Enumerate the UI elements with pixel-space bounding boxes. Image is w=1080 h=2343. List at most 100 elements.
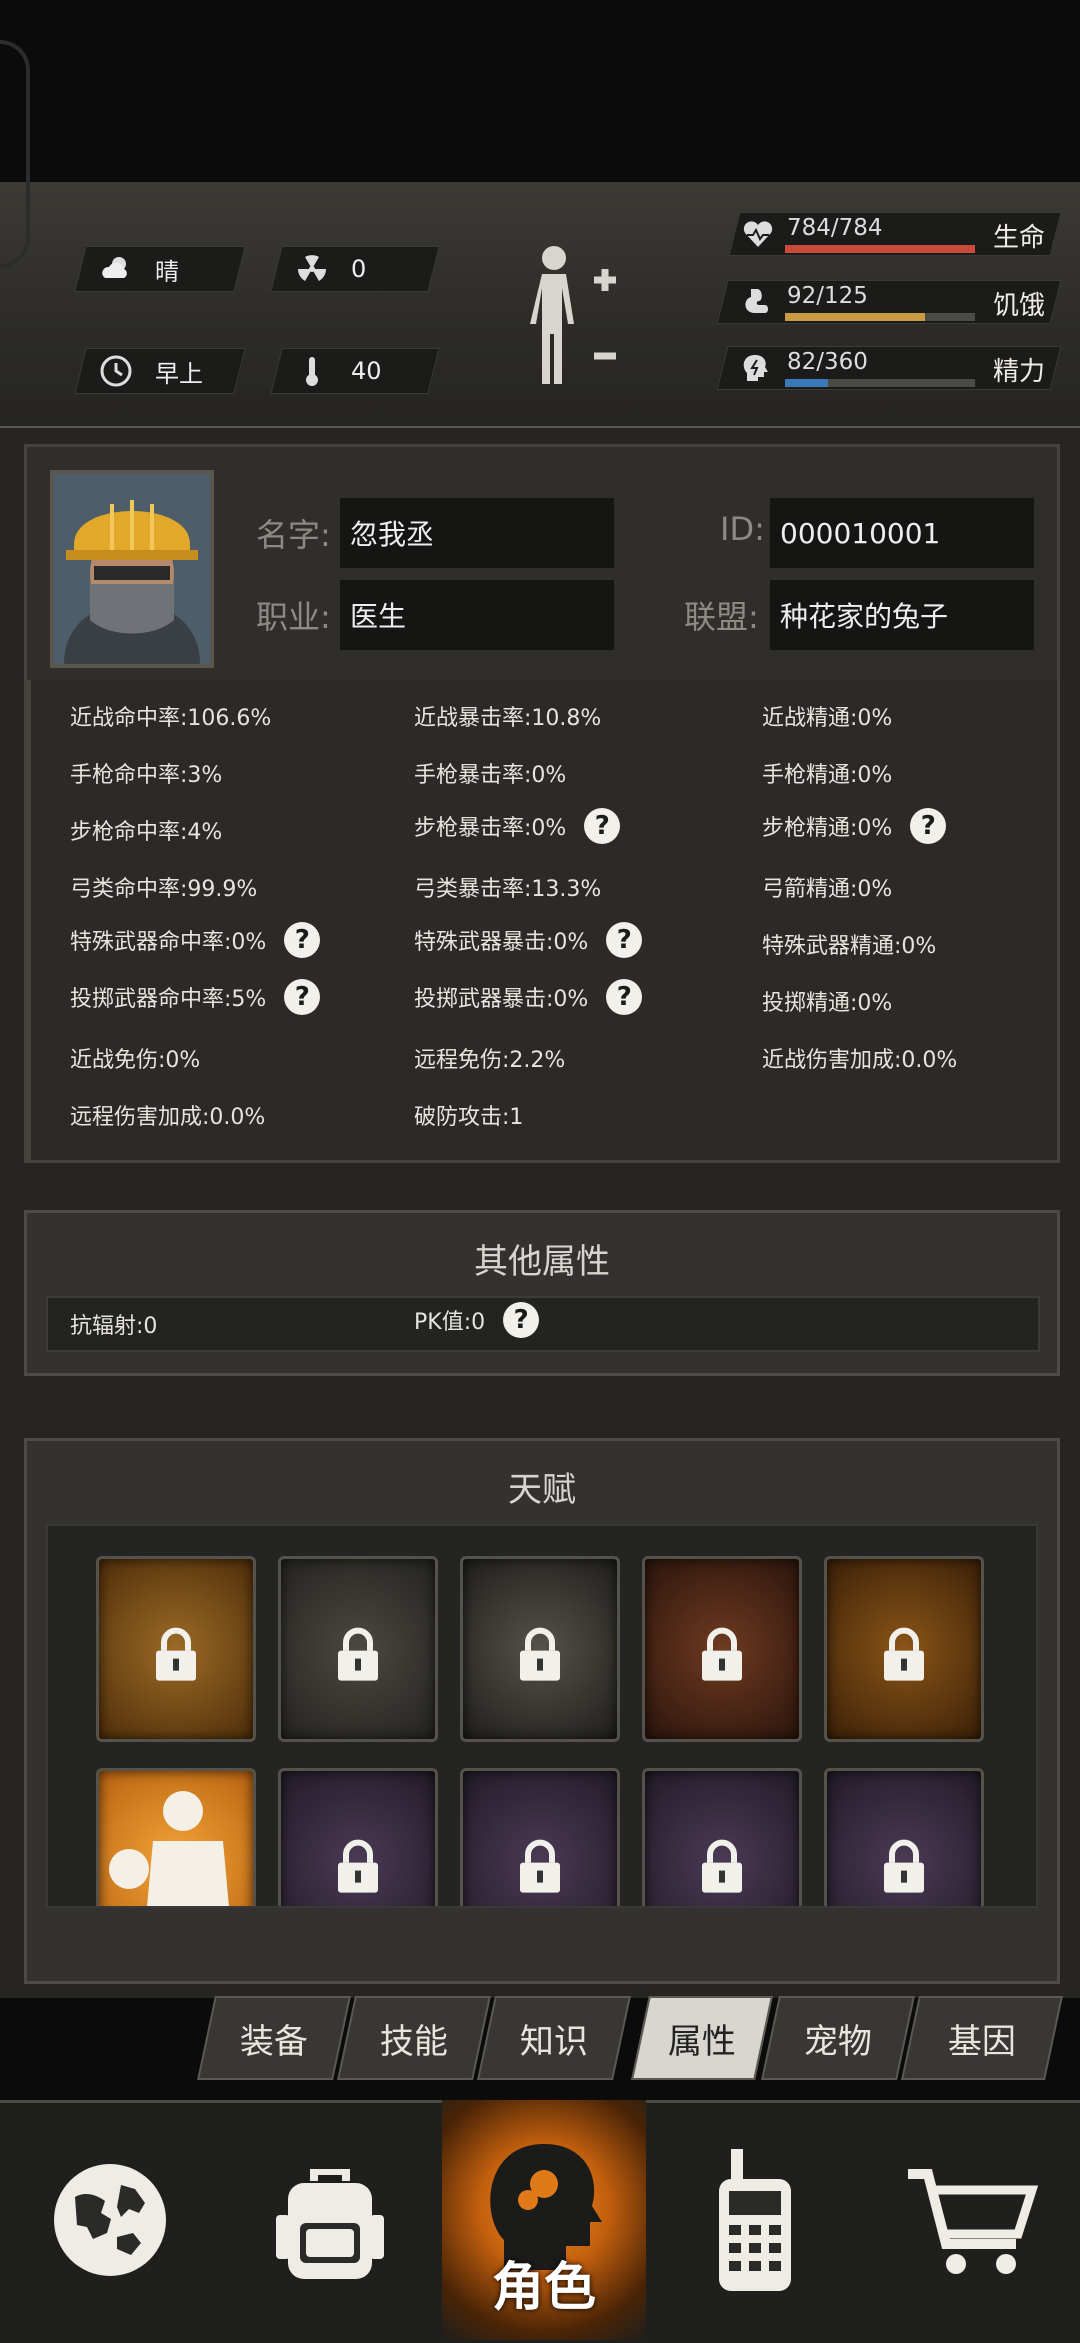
temperature-chip: 40: [270, 348, 440, 394]
combat-stat: 投掷武器命中率:5%?: [70, 979, 321, 1015]
help-icon[interactable]: ?: [606, 922, 643, 958]
talent-card-shield[interactable]: [824, 1768, 984, 1906]
combat-stat-text: 远程伤害加成:0.0%: [70, 1105, 266, 1130]
help-icon[interactable]: ?: [910, 808, 947, 844]
nav-backpack-button[interactable]: [220, 2100, 440, 2340]
human-body-icon: [530, 246, 616, 384]
tab-equipment[interactable]: 装备: [197, 1996, 351, 2080]
id-field: 000010001: [770, 498, 1034, 568]
combat-stat: 特殊武器命中率:0%?: [70, 922, 321, 958]
boxer-image: [109, 1791, 229, 1906]
backpack-icon: [276, 2169, 384, 2279]
combat-stat: 步枪精通:0%?: [762, 808, 947, 844]
weather-chip: 晴: [74, 246, 246, 292]
combat-stat-text: 近战伤害加成:0.0%: [762, 1048, 958, 1073]
nav-character-label: 角色: [491, 2258, 596, 2318]
talent-card-muscle[interactable]: [824, 1556, 984, 1742]
lock-icon: [884, 1627, 924, 1681]
combat-stat-text: 近战免伤:0%: [70, 1048, 201, 1073]
job-label: 职业:: [256, 598, 331, 636]
heart-icon: [743, 221, 773, 247]
energy-value: 82/360: [787, 349, 868, 375]
time-chip: 早上: [74, 348, 246, 394]
pk-value-stat: PK值:0 ?: [414, 1302, 540, 1338]
hunger-bar: 92/125 饥饿: [716, 280, 1062, 324]
lock-icon: [156, 1627, 196, 1681]
combat-stat-text: 步枪精通:0%: [762, 816, 893, 841]
radiation-value: 0: [351, 255, 367, 283]
cloud-sun-icon: [102, 257, 127, 278]
clock-icon: [100, 355, 132, 387]
nav-character-button[interactable]: 角色: [442, 2100, 646, 2340]
talent-title: 天赋: [508, 1470, 576, 1510]
talent-card-fist[interactable]: [642, 1556, 802, 1742]
combat-stat: 投掷武器暴击:0%?: [414, 979, 643, 1015]
combat-stat: 远程免伤:2.2%: [414, 1042, 565, 1074]
combat-stat-text: 投掷武器暴击:0%: [414, 987, 589, 1012]
combat-stat: 近战精通:0%: [762, 700, 892, 732]
combat-stat: 弓类命中率:99.9%: [70, 871, 257, 903]
talent-card-merchant[interactable]: [96, 1556, 256, 1742]
pk-value-text: PK值:0: [414, 1310, 486, 1335]
talent-card-panda[interactable]: [278, 1556, 438, 1742]
combat-stat-text: 弓类暴击率:13.3%: [414, 877, 602, 902]
combat-stat: 步枪暴击率:0%?: [414, 808, 621, 844]
pk-help-icon[interactable]: ?: [503, 1302, 540, 1338]
avatar-image: [54, 474, 210, 664]
combat-stat: 特殊武器精通:0%: [762, 928, 936, 960]
body-status-button[interactable]: [520, 240, 630, 400]
combat-stat: 远程伤害加成:0.0%: [70, 1099, 265, 1131]
job-field: 医生: [340, 580, 614, 650]
energy-bar: 82/360 精力: [716, 346, 1062, 390]
talent-card-rifle[interactable]: [460, 1768, 620, 1906]
tab-knowledge[interactable]: 知识: [477, 1996, 631, 2080]
combat-stat: 弓箭精通:0%: [762, 871, 892, 903]
energy-head-icon: [743, 355, 768, 381]
tab-pets[interactable]: 宠物: [761, 1996, 915, 2080]
combat-stat-text: 手枪暴击率:0%: [414, 763, 567, 788]
combat-stat: 近战暴击率:10.8%: [414, 700, 601, 732]
lock-icon: [338, 1627, 378, 1681]
combat-stat-text: 近战命中率:106.6%: [70, 706, 272, 731]
lock-icon: [702, 1627, 742, 1681]
talent-card-strength[interactable]: [460, 1556, 620, 1742]
combat-stat: 破防攻击:1: [414, 1099, 523, 1131]
lock-icon: [884, 1839, 924, 1893]
lock-icon: [702, 1839, 742, 1893]
health-value: 784/784: [787, 215, 883, 241]
nav-world-button[interactable]: [0, 2100, 220, 2340]
help-icon[interactable]: ?: [584, 808, 621, 844]
help-icon[interactable]: ?: [284, 922, 321, 958]
nav-shop-button[interactable]: [864, 2100, 1080, 2340]
help-icon[interactable]: ?: [606, 979, 643, 1015]
talent-card-bow[interactable]: [642, 1768, 802, 1906]
character-avatar[interactable]: [50, 470, 214, 668]
tab-skills[interactable]: 技能: [337, 1996, 491, 2080]
alliance-field: 种花家的兔子: [770, 580, 1034, 650]
lock-icon: [520, 1627, 560, 1681]
combat-stat-text: 手枪精通:0%: [762, 763, 893, 788]
combat-stat-text: 弓类命中率:99.9%: [70, 877, 258, 902]
combat-stat-text: 破防攻击:1: [414, 1105, 524, 1130]
tab-genes[interactable]: 基因: [901, 1996, 1063, 2080]
name-field: 忽我丞: [340, 498, 614, 568]
combat-stat: 步枪命中率:4%: [70, 814, 222, 846]
combat-stat-text: 远程免伤:2.2%: [414, 1048, 566, 1073]
walkie-talkie-icon: [719, 2149, 791, 2291]
help-icon[interactable]: ?: [284, 979, 321, 1015]
combat-stat: 手枪暴击率:0%: [414, 757, 566, 789]
combat-stat-text: 特殊武器命中率:0%: [70, 930, 267, 955]
combat-stat: 近战命中率:106.6%: [70, 700, 271, 732]
talent-card-boxer[interactable]: [96, 1768, 256, 1906]
globe-icon: [54, 2164, 166, 2276]
weather-text: 晴: [155, 257, 179, 286]
lock-icon: [338, 1839, 378, 1893]
combat-stat: 手枪命中率:3%: [70, 757, 222, 789]
combat-stat-text: 弓箭精通:0%: [762, 877, 893, 902]
combat-stat-text: 特殊武器精通:0%: [762, 934, 937, 959]
radiation-resist-stat: 抗辐射:0: [70, 1314, 158, 1339]
tab-attributes[interactable]: 属性: [631, 1996, 773, 2080]
talent-card-pistol[interactable]: [278, 1768, 438, 1906]
nav-radio-button[interactable]: [646, 2100, 864, 2340]
combat-stat-text: 近战精通:0%: [762, 706, 893, 731]
